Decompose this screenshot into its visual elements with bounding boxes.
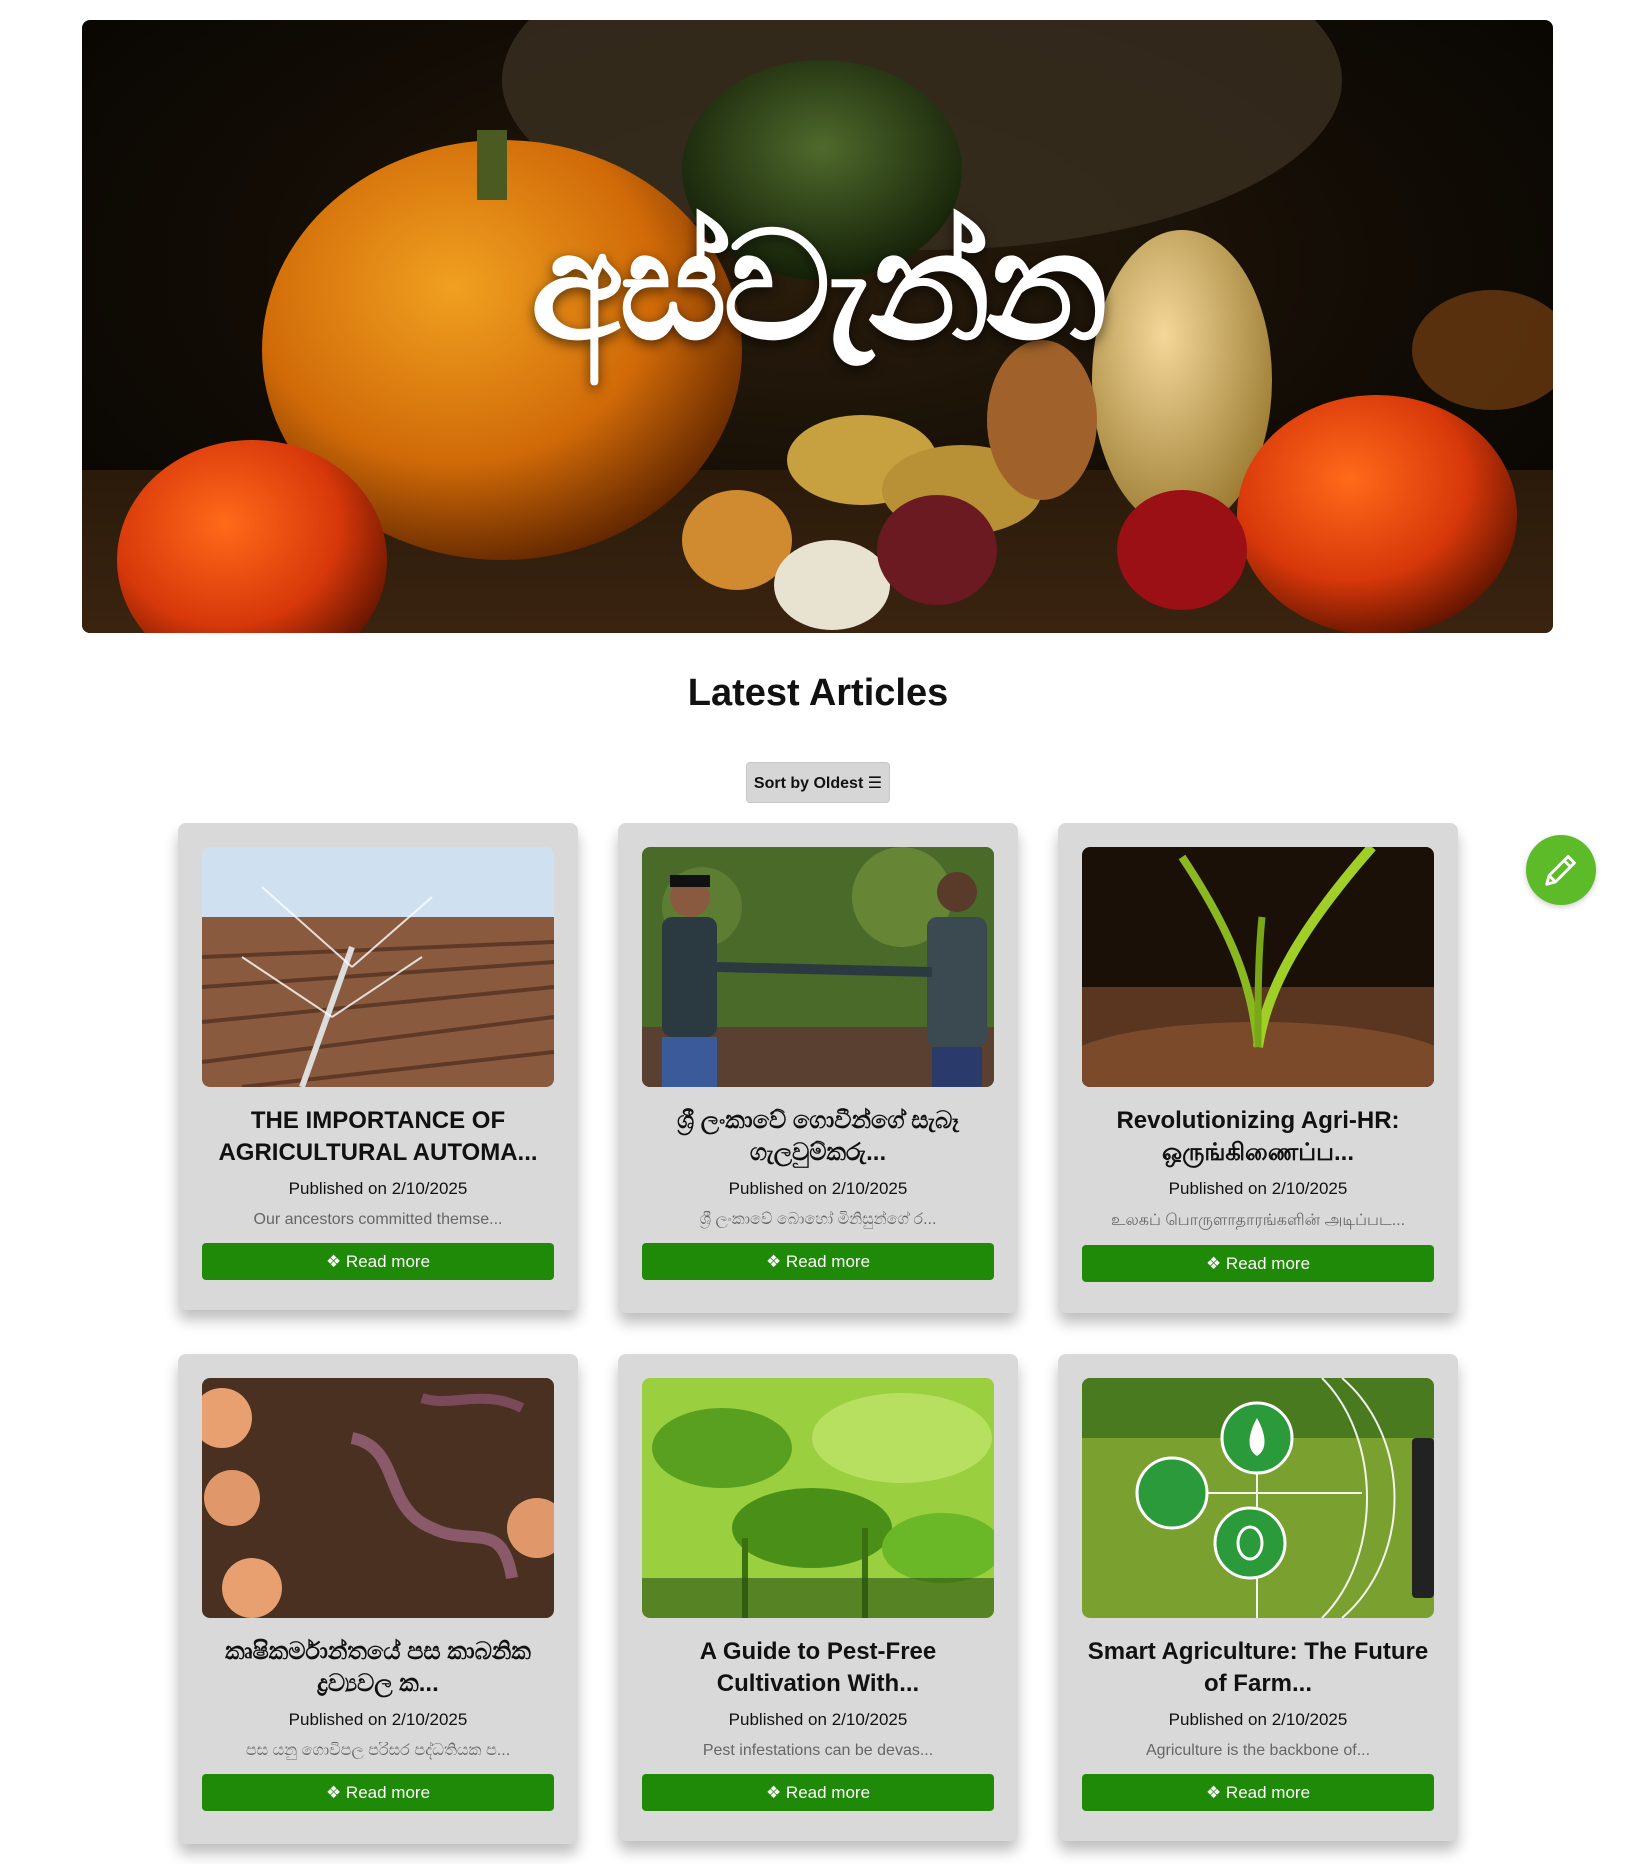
article-date: Published on 2/10/2025: [288, 1179, 468, 1198]
article-image[interactable]: [1082, 1378, 1434, 1618]
article-excerpt: Pest infestations can be devas...: [702, 1742, 934, 1759]
article-card[interactable]: THE IMPORTANCE OF AGRICULTURAL AUTOMA...…: [178, 823, 578, 1310]
irrigation-field-image: [202, 847, 554, 1087]
article-card[interactable]: කෘෂිකර්මාන්තයේ පස කාබනික ද්‍රව්‍යවල ක...…: [178, 1354, 578, 1844]
article-title[interactable]: Smart Agriculture: The Future of Farm...: [1082, 1636, 1434, 1700]
read-more-button[interactable]: ❖ Read more: [202, 1774, 554, 1811]
seedling-soil-image: [1082, 847, 1434, 1087]
smart-agriculture-image: [1082, 1378, 1434, 1618]
article-card[interactable]: A Guide to Pest-Free Cultivation With...…: [618, 1354, 1018, 1841]
article-excerpt: පස යනු ගොවිපල පරිසර පද්ධතියක ප...: [245, 1742, 511, 1759]
article-excerpt: Agriculture is the backbone of...: [1145, 1742, 1371, 1759]
read-more-button[interactable]: ❖ Read more: [642, 1774, 994, 1811]
article-title[interactable]: THE IMPORTANCE OF AGRICULTURAL AUTOMA...: [202, 1105, 554, 1169]
article-image[interactable]: [642, 1378, 994, 1618]
article-title[interactable]: A Guide to Pest-Free Cultivation With...: [642, 1636, 994, 1700]
hero-banner: අස්වැන්න: [82, 20, 1553, 633]
article-date: Published on 2/10/2025: [288, 1710, 468, 1729]
page: අස්වැන්න Latest Articles Sort by Oldest …: [0, 0, 1636, 1864]
pencil-icon: [1545, 855, 1576, 886]
article-date: Published on 2/10/2025: [1168, 1710, 1348, 1729]
article-date: Published on 2/10/2025: [728, 1179, 908, 1198]
sort-button[interactable]: Sort by Oldest ☰: [746, 762, 890, 803]
read-more-button[interactable]: ❖ Read more: [642, 1243, 994, 1280]
article-image[interactable]: [202, 1378, 554, 1618]
write-article-button[interactable]: [1526, 835, 1596, 905]
article-date: Published on 2/10/2025: [1168, 1179, 1348, 1198]
article-image[interactable]: [642, 847, 994, 1087]
two-farmers-image: [642, 847, 994, 1087]
read-more-button[interactable]: ❖ Read more: [202, 1243, 554, 1280]
article-title[interactable]: කෘෂිකර්මාන්තයේ පස කාබනික ද්‍රව්‍යවල ක...: [202, 1636, 554, 1700]
article-card[interactable]: ශ්‍රී ලංකාවේ ගොවීන්ගේ සැබෑ ගැලවුම්කරු...…: [618, 823, 1018, 1313]
article-excerpt: Our ancestors committed themse...: [253, 1211, 503, 1228]
article-title[interactable]: Revolutionizing Agri-HR: ஒருங்கிணைப்ப...: [1082, 1105, 1434, 1169]
article-card[interactable]: Smart Agriculture: The Future of Farm...…: [1058, 1354, 1458, 1841]
article-image[interactable]: [1082, 847, 1434, 1087]
read-more-button[interactable]: ❖ Read more: [1082, 1245, 1434, 1282]
green-plants-image: [642, 1378, 994, 1618]
article-excerpt: உலகப் பொருளாதாரங்களின் அடிப்பட...: [1110, 1212, 1406, 1229]
article-title[interactable]: ශ්‍රී ලංකාවේ ගොවීන්ගේ සැබෑ ගැලවුම්කරු...: [642, 1105, 994, 1169]
read-more-button[interactable]: ❖ Read more: [1082, 1774, 1434, 1811]
soil-worms-image: [202, 1378, 554, 1618]
article-image[interactable]: [202, 847, 554, 1087]
article-date: Published on 2/10/2025: [728, 1710, 908, 1729]
section-title: Latest Articles: [687, 672, 949, 714]
article-card[interactable]: Revolutionizing Agri-HR: ஒருங்கிணைப்ப...…: [1058, 823, 1458, 1313]
hero-title: අස්වැන්න: [530, 200, 1109, 374]
article-excerpt: ශ්‍රී ලංකාවේ බොහෝ මිනිසුන්ගේ ර...: [699, 1211, 937, 1228]
